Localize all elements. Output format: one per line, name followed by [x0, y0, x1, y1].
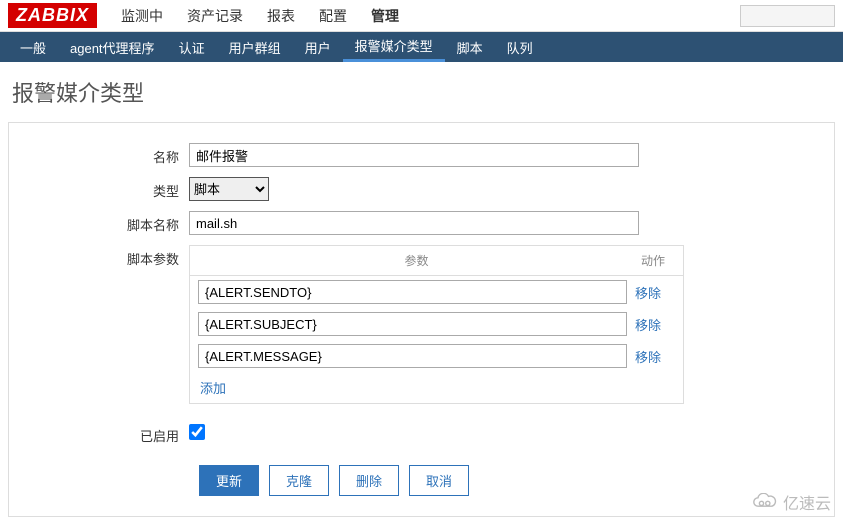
type-select[interactable]: 脚本: [189, 177, 269, 201]
update-button[interactable]: 更新: [199, 465, 259, 496]
enabled-label: 已启用: [9, 422, 189, 445]
form-row-scriptparams: 脚本参数 参数 动作 移除 移除 移除 添加: [9, 245, 834, 404]
content-panel: 名称 类型 脚本 脚本名称 脚本参数 参数 动作: [8, 122, 835, 517]
param-remove-1[interactable]: 移除: [635, 315, 675, 334]
logo: ZABBIX: [8, 3, 97, 28]
sub-nav-queue[interactable]: 队列: [495, 32, 545, 62]
cancel-button[interactable]: 取消: [409, 465, 469, 496]
watermark-text: 亿速云: [783, 490, 831, 514]
sub-nav-mediatypes[interactable]: 报警媒介类型: [343, 32, 445, 62]
top-menu-administration[interactable]: 管理: [359, 0, 411, 32]
scriptname-input[interactable]: [189, 211, 639, 235]
params-header-param: 参数: [200, 252, 633, 269]
sub-nav-scripts[interactable]: 脚本: [445, 32, 495, 62]
top-menu-configuration[interactable]: 配置: [307, 0, 359, 32]
param-row: 移除: [190, 340, 683, 372]
scriptname-label: 脚本名称: [9, 211, 189, 234]
sub-nav-general[interactable]: 一般: [8, 32, 58, 62]
param-remove-0[interactable]: 移除: [635, 283, 675, 302]
top-menu: 监测中 资产记录 报表 配置 管理: [109, 0, 411, 32]
form-row-name: 名称: [9, 143, 834, 167]
params-header: 参数 动作: [190, 246, 683, 276]
sub-nav: 一般 agent代理程序 认证 用户群组 用户 报警媒介类型 脚本 队列: [0, 32, 843, 62]
watermark: 亿速云: [751, 490, 831, 514]
search-box: [740, 5, 835, 27]
param-input-1[interactable]: [198, 312, 627, 336]
sub-nav-auth[interactable]: 认证: [167, 32, 217, 62]
delete-button[interactable]: 删除: [339, 465, 399, 496]
param-input-2[interactable]: [198, 344, 627, 368]
sub-nav-usergroups[interactable]: 用户群组: [217, 32, 293, 62]
scriptparams-label: 脚本参数: [9, 245, 189, 268]
params-box: 参数 动作 移除 移除 移除 添加: [189, 245, 684, 404]
name-input[interactable]: [189, 143, 639, 167]
cloud-icon: [751, 493, 779, 511]
page-title: 报警媒介类型: [0, 62, 843, 122]
name-label: 名称: [9, 143, 189, 166]
form-row-enabled: 已启用: [9, 422, 834, 445]
param-row: 移除: [190, 276, 683, 308]
sub-nav-users[interactable]: 用户: [293, 32, 343, 62]
param-remove-2[interactable]: 移除: [635, 347, 675, 366]
add-param-link[interactable]: 添加: [190, 372, 236, 403]
button-row: 更新 克隆 删除 取消: [189, 465, 834, 496]
params-header-action: 动作: [633, 252, 673, 269]
top-menu-reports[interactable]: 报表: [255, 0, 307, 32]
clone-button[interactable]: 克隆: [269, 465, 329, 496]
top-menu-inventory[interactable]: 资产记录: [175, 0, 255, 32]
form-row-scriptname: 脚本名称: [9, 211, 834, 235]
param-input-0[interactable]: [198, 280, 627, 304]
sub-nav-proxies[interactable]: agent代理程序: [58, 32, 167, 62]
form-row-type: 类型 脚本: [9, 177, 834, 201]
type-label: 类型: [9, 177, 189, 200]
enabled-checkbox[interactable]: [189, 424, 205, 440]
top-menu-monitoring[interactable]: 监测中: [109, 0, 175, 32]
param-row: 移除: [190, 308, 683, 340]
search-input[interactable]: [740, 5, 835, 27]
top-bar: ZABBIX 监测中 资产记录 报表 配置 管理: [0, 0, 843, 32]
